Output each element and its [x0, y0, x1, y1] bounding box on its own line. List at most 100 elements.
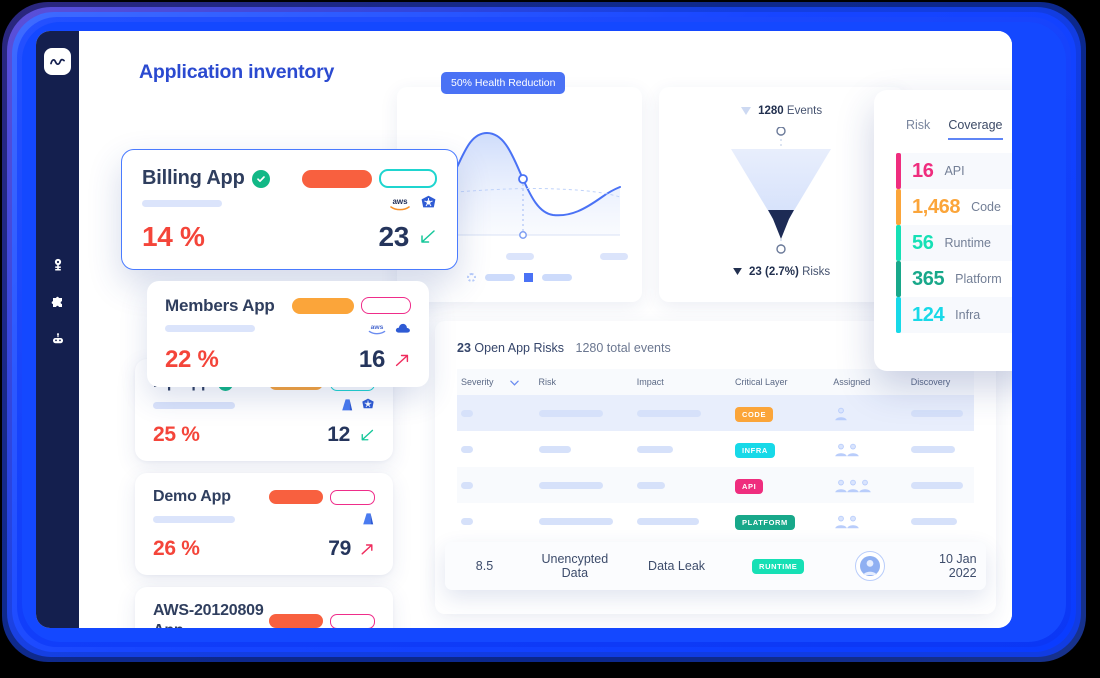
assignee-avatars[interactable]	[833, 513, 903, 529]
cell-discovery	[907, 503, 974, 539]
sidebar-item-automation[interactable]	[36, 320, 79, 357]
coverage-row[interactable]: 124 Infra	[896, 297, 1012, 333]
coverage-row[interactable]: 1,468 Code	[896, 189, 1012, 225]
featured-risk-row[interactable]: 8.5 Unencypted Data Data Leak RUNTIME 10…	[445, 542, 986, 590]
column-header-risk[interactable]: Risk	[534, 369, 633, 395]
column-header-impact[interactable]: Impact	[632, 369, 731, 395]
coverage-label: Code	[971, 200, 1001, 214]
cell-assigned	[829, 395, 907, 431]
caret-down-icon	[740, 106, 751, 115]
axis-tick-placeholder	[505, 253, 534, 260]
app-metric-bars	[292, 297, 411, 315]
kubernetes-icon	[421, 195, 436, 207]
column-header-assigned[interactable]: Assigned	[829, 369, 907, 395]
settings-gear-icon	[54, 258, 61, 270]
assignee-avatars[interactable]	[833, 477, 903, 493]
sidebar-nav	[36, 246, 79, 357]
chart-marker-point[interactable]	[518, 174, 528, 184]
coverage-row[interactable]: 16 API	[896, 153, 1012, 189]
svg-text:aws: aws	[392, 197, 408, 206]
layer-chip: RUNTIME	[752, 559, 805, 574]
sidebar	[36, 31, 79, 628]
robot-icon	[52, 332, 63, 343]
funnel-shape	[731, 127, 831, 254]
trend-up-icon	[359, 541, 375, 557]
app-percent: 22 %	[165, 346, 219, 374]
metric-bar-solid	[269, 614, 323, 628]
value-placeholder	[636, 445, 673, 453]
featured-discovery: 10 Jan 2022	[939, 552, 977, 580]
value-placeholder	[461, 445, 473, 453]
page-title: Application inventory	[139, 61, 335, 83]
app-card[interactable]: Demo App 26 % 79	[135, 473, 393, 575]
cell-risk	[534, 395, 633, 431]
cell-assigned	[829, 503, 907, 539]
table-row[interactable]: INFRA	[457, 431, 974, 467]
cell-discovery	[907, 431, 974, 467]
cell-impact	[633, 503, 731, 539]
assignee-avatars[interactable]	[833, 405, 903, 421]
layer-chip: CODE	[734, 407, 774, 422]
app-subtitle-placeholder	[153, 516, 235, 523]
coverage-row[interactable]: 365 Platform	[896, 261, 1012, 297]
app-metric-bars	[269, 489, 375, 505]
avatar-icon	[847, 443, 859, 457]
sidebar-item-integrations[interactable]	[36, 283, 79, 320]
layer-chip: PLATFORM	[734, 515, 795, 530]
table-subtitle: 1280 total events	[575, 341, 671, 355]
cell-assigned	[829, 467, 907, 503]
value-placeholder	[538, 409, 603, 417]
table-row[interactable]: CODE	[457, 395, 974, 431]
tab-coverage[interactable]: Coverage	[948, 118, 1003, 140]
column-header-severity[interactable]: Severity	[457, 369, 535, 395]
table-risk-count: 23	[457, 341, 471, 355]
cell-risk	[534, 467, 633, 503]
value-placeholder	[461, 409, 473, 417]
value-placeholder	[538, 517, 613, 525]
app-name: Billing App	[142, 167, 245, 189]
column-header-discovery[interactable]: Discovery	[906, 369, 974, 395]
featured-assigned[interactable]	[829, 551, 910, 581]
aws-icon: aws	[368, 324, 386, 335]
avatar-icon	[859, 556, 880, 576]
app-card-members[interactable]: Members App aws 22 % 16	[147, 281, 429, 388]
metric-bar-solid	[302, 169, 372, 188]
funnel-bottom-label: 23 (2.7%) Risks	[659, 266, 904, 278]
avatar	[854, 551, 885, 581]
app-card[interactable]: AWS-20120809 App	[135, 587, 393, 628]
cell-impact	[632, 467, 731, 503]
coverage-row[interactable]: 56 Runtime	[896, 225, 1012, 261]
coverage-value: 124	[912, 303, 945, 326]
table-row[interactable]: API	[457, 467, 974, 503]
kubernetes-icon	[362, 398, 374, 409]
app-percent: 14 %	[142, 221, 205, 252]
app-count: 12	[327, 423, 350, 446]
funnel-bottom-unit: Risks	[802, 266, 831, 278]
coverage-label: Platform	[955, 272, 1002, 286]
assignee-avatars[interactable]	[833, 441, 903, 457]
value-placeholder	[910, 481, 963, 489]
value-placeholder	[538, 481, 603, 489]
cloud-provider-icons: aws	[387, 195, 437, 211]
tab-risk[interactable]: Risk	[906, 118, 930, 140]
azure-cloud-icon	[395, 324, 410, 333]
azure-icon	[342, 399, 353, 411]
app-subtitle-placeholder	[142, 200, 222, 207]
column-header-critical-layer[interactable]: Critical Layer	[730, 369, 830, 395]
chevron-down-icon[interactable]	[510, 380, 519, 386]
app-window: Application inventory 50% Health Reducti…	[36, 31, 1012, 628]
app-count: 79	[328, 537, 351, 560]
sidebar-item-settings[interactable]	[36, 246, 79, 283]
metric-bar-solid	[269, 490, 323, 504]
cell-impact	[633, 431, 731, 467]
legend-marker-filled-icon	[524, 273, 533, 282]
cell-critical-layer: PLATFORM	[731, 503, 829, 539]
app-card-billing[interactable]: Billing App aws 14 % 23	[121, 149, 458, 270]
cell-severity	[457, 395, 535, 431]
app-metric-bars	[302, 169, 437, 188]
tilde-logo-icon	[50, 58, 65, 65]
table-row[interactable]: PLATFORM	[457, 503, 974, 539]
coverage-tabs: Risk Coverage	[896, 118, 1012, 140]
table-title-text: Open App Risks	[474, 341, 565, 355]
app-logo[interactable]	[44, 48, 71, 75]
